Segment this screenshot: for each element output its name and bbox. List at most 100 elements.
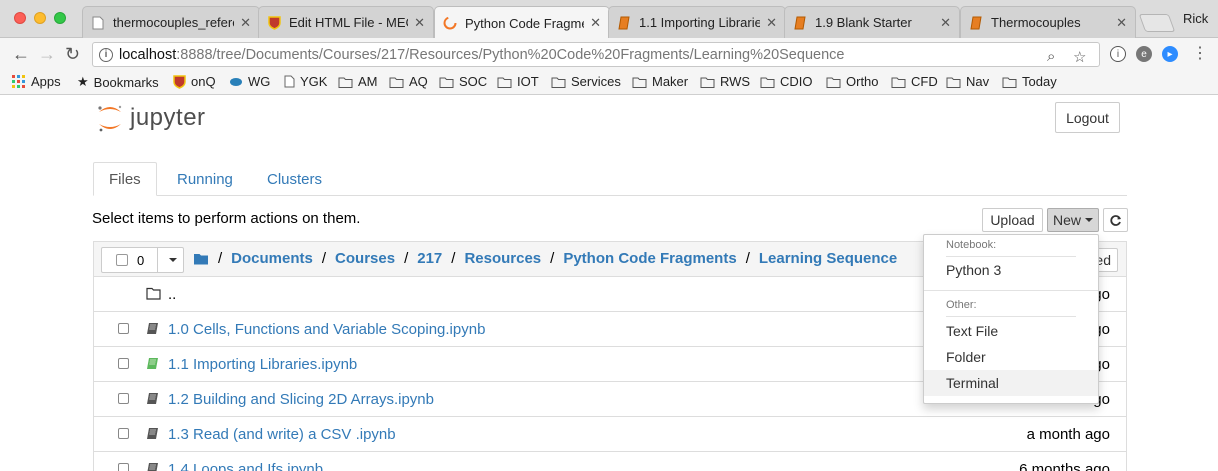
jupyter-spinner-icon: [443, 16, 457, 30]
folder-icon[interactable]: [194, 253, 209, 265]
close-icon[interactable]: ✕: [766, 15, 777, 31]
bookmark-am[interactable]: AM: [338, 74, 378, 89]
refresh-button[interactable]: [1103, 208, 1128, 232]
breadcrumb-resources[interactable]: Resources: [464, 250, 541, 267]
menu-item-folder[interactable]: Folder: [924, 344, 1098, 370]
file-name[interactable]: 1.4 Loops and Ifs.ipynb: [168, 461, 323, 471]
bookmark-wg[interactable]: WG: [229, 74, 270, 89]
extension-info-icon[interactable]: i: [1110, 46, 1126, 62]
bookmark-maker[interactable]: Maker: [632, 74, 688, 89]
breadcrumb: / Documents / Courses / 217 / Resources …: [194, 250, 897, 267]
notebook-icon: [617, 16, 631, 30]
breadcrumb-separator: /: [321, 250, 327, 267]
file-name[interactable]: 1.0 Cells, Functions and Variable Scopin…: [168, 321, 485, 338]
bookmark-apps[interactable]: Apps: [12, 74, 61, 89]
bookmark-cdio[interactable]: CDIO: [760, 74, 813, 89]
file-name[interactable]: 1.3 Read (and write) a CSV .ipynb: [168, 426, 396, 443]
tab-clusters[interactable]: Clusters: [252, 162, 337, 196]
list-item[interactable]: 1.4 Loops and Ifs.ipynb 6 months ago: [94, 452, 1126, 471]
star-icon[interactable]: ☆: [1073, 48, 1086, 66]
file-name[interactable]: 1.2 Building and Slicing 2D Arrays.ipynb: [168, 391, 434, 408]
zoom-extension-icon[interactable]: ▸: [1162, 46, 1178, 62]
close-icon[interactable]: ✕: [940, 15, 951, 31]
window-zoom-button[interactable]: [54, 12, 66, 24]
close-icon[interactable]: ✕: [1116, 15, 1127, 31]
select-all-checkbox[interactable]: [116, 254, 128, 266]
running-notebook-icon: [146, 357, 159, 375]
close-icon[interactable]: ✕: [240, 15, 251, 31]
file-name[interactable]: ..: [168, 286, 176, 303]
tab-title: 1.9 Blank Starter: [815, 15, 912, 30]
browser-tab-4[interactable]: 1.1 Importing Librarie ✕: [608, 6, 786, 38]
breadcrumb-courses[interactable]: Courses: [335, 250, 395, 267]
folder-icon: [389, 76, 404, 88]
logout-button[interactable]: Logout: [1055, 102, 1120, 133]
breadcrumb-learning-sequence[interactable]: Learning Sequence: [759, 250, 897, 267]
apps-grid-icon: [12, 74, 26, 89]
zoom-icon[interactable]: ⌕: [1047, 48, 1055, 65]
bookmark-ortho[interactable]: Ortho: [826, 74, 879, 89]
info-icon[interactable]: i: [99, 47, 113, 62]
evernote-icon[interactable]: e: [1136, 46, 1152, 62]
window-minimize-button[interactable]: [34, 12, 46, 24]
browser-tab-6[interactable]: Thermocouples ✕: [960, 6, 1136, 38]
browser-tab-2[interactable]: Edit HTML File - MEC ✕: [258, 6, 434, 38]
browser-tab-1[interactable]: thermocouples_refere ✕: [82, 6, 260, 38]
file-name[interactable]: 1.1 Importing Libraries.ipynb: [168, 356, 357, 373]
reload-icon[interactable]: ↻: [65, 44, 80, 64]
bookmark-onq[interactable]: onQ: [173, 74, 216, 89]
profile-name[interactable]: Rick: [1183, 11, 1208, 26]
back-arrow-icon[interactable]: ←: [12, 44, 30, 64]
new-tab-button[interactable]: [1138, 14, 1176, 32]
bookmark-soc[interactable]: SOC: [439, 74, 487, 89]
list-item[interactable]: 1.3 Read (and write) a CSV .ipynb a mont…: [94, 417, 1126, 452]
notebook-icon: [146, 462, 159, 471]
folder-icon: [146, 287, 161, 305]
bookmark-cfd[interactable]: CFD: [891, 74, 938, 89]
address-bar[interactable]: i localhost:8888/tree/Documents/Courses/…: [92, 42, 1100, 67]
caret-down-icon[interactable]: [169, 258, 177, 262]
tab-running[interactable]: Running: [162, 162, 248, 196]
url-host: localhost: [119, 46, 177, 63]
menu-item-python3[interactable]: Python 3: [924, 257, 1098, 283]
bookmark-bookmarks[interactable]: ★ Bookmarks: [77, 74, 159, 90]
breadcrumb-documents[interactable]: Documents: [231, 250, 313, 267]
bookmark-services[interactable]: Services: [551, 74, 621, 89]
page-icon: [284, 75, 295, 88]
bookmark-nav[interactable]: Nav: [946, 74, 989, 89]
jupyter-logo[interactable]: jupyter: [96, 104, 206, 132]
close-icon[interactable]: ✕: [414, 15, 425, 31]
folder-icon: [891, 76, 906, 88]
browser-tab-strip: thermocouples_refere ✕ Edit HTML File - …: [0, 0, 1218, 39]
shield-icon: [267, 15, 281, 30]
row-checkbox[interactable]: [118, 393, 129, 404]
tab-title: Python Code Fragmen: [465, 15, 585, 31]
menu-header-other: Other:: [946, 299, 977, 311]
notebook-icon: [793, 16, 807, 30]
row-checkbox[interactable]: [118, 323, 129, 334]
bookmark-rws[interactable]: RWS: [700, 74, 750, 89]
row-checkbox[interactable]: [118, 463, 129, 471]
tab-files[interactable]: Files: [93, 162, 157, 196]
upload-button[interactable]: Upload: [982, 208, 1043, 232]
browser-tab-5[interactable]: 1.9 Blank Starter ✕: [784, 6, 960, 38]
notebook-icon: [146, 322, 159, 340]
close-icon[interactable]: ✕: [590, 15, 601, 31]
row-checkbox[interactable]: [118, 428, 129, 439]
bookmark-ygk[interactable]: YGK: [284, 74, 327, 89]
new-dropdown-button[interactable]: New: [1047, 208, 1099, 232]
forward-arrow-icon[interactable]: →: [38, 44, 56, 64]
select-all-control[interactable]: 0: [101, 247, 184, 273]
browser-tab-3-active[interactable]: Python Code Fragmen ✕: [434, 6, 610, 39]
breadcrumb-python-code-fragments[interactable]: Python Code Fragments: [563, 250, 736, 267]
breadcrumb-217[interactable]: 217: [417, 250, 442, 267]
breadcrumb-separator: /: [404, 250, 409, 267]
bookmark-today[interactable]: Today: [1002, 74, 1057, 89]
bookmark-iot[interactable]: IOT: [497, 74, 539, 89]
bookmark-aq[interactable]: AQ: [389, 74, 428, 89]
menu-item-text-file[interactable]: Text File: [924, 318, 1098, 344]
menu-item-terminal[interactable]: Terminal: [924, 370, 1098, 396]
menu-icon[interactable]: ⋮: [1192, 44, 1208, 64]
row-checkbox[interactable]: [118, 358, 129, 369]
window-close-button[interactable]: [14, 12, 26, 24]
